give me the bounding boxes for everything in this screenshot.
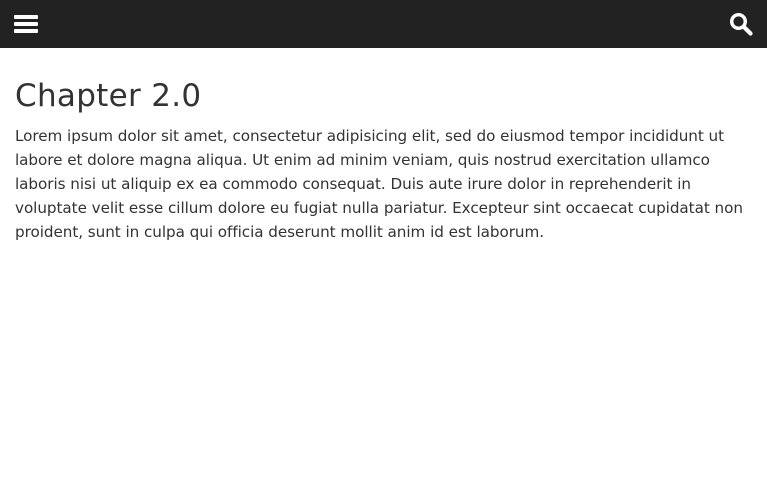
top-navigation-bar <box>0 0 767 48</box>
search-icon <box>729 12 753 36</box>
menu-button[interactable] <box>2 0 50 48</box>
main-content: Chapter 2.0 Lorem ipsum dolor sit amet, … <box>15 76 750 244</box>
page-title: Chapter 2.0 <box>15 78 202 114</box>
hamburger-menu-icon <box>14 15 38 33</box>
body-paragraph: Lorem ipsum dolor sit amet, consectetur … <box>15 127 743 241</box>
search-button[interactable] <box>717 0 765 48</box>
